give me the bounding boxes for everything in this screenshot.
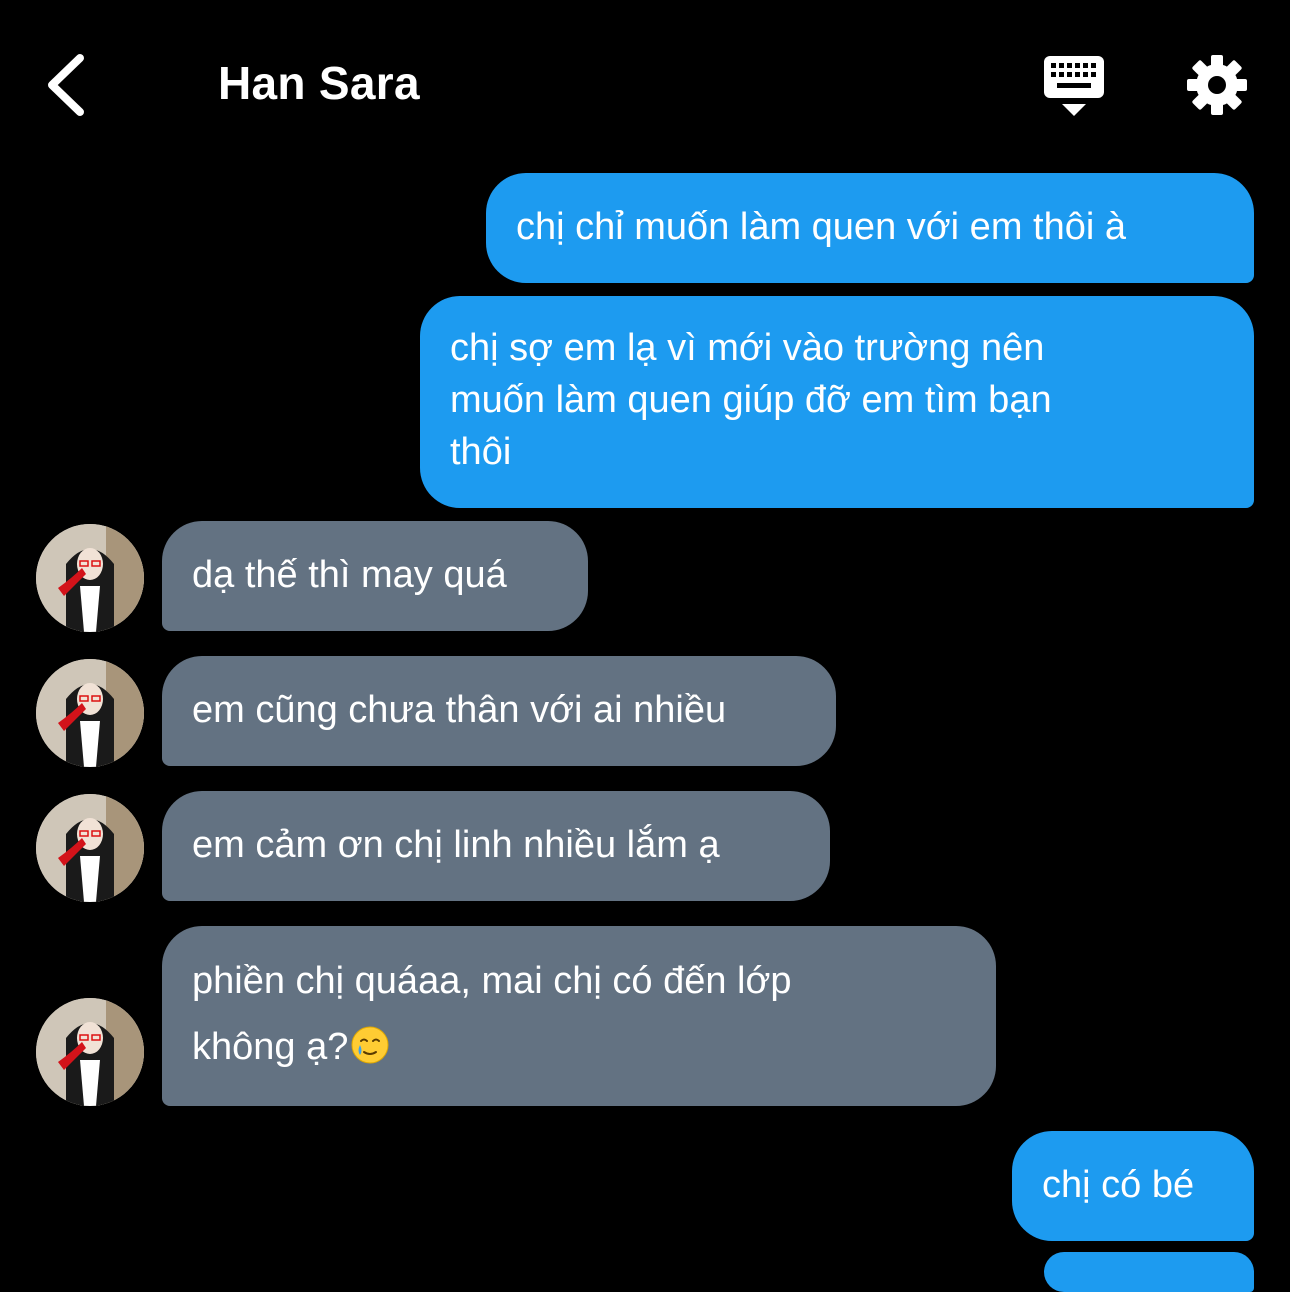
conversation-screen: Han Sara chị chỉ muốn làm quen với em th…: [0, 0, 1290, 1292]
avatar-photo: [36, 794, 144, 902]
message-text: phiền chị quáaa, mai chị có đến lớp khôn…: [192, 960, 792, 1068]
avatar[interactable]: [36, 659, 144, 767]
message-text: em cũng chưa thân với ai nhiều: [192, 689, 727, 731]
avatar-photo: [36, 524, 144, 632]
avatar[interactable]: [36, 524, 144, 632]
message-text: chị sợ em lạ vì mới vào trường nên muốn …: [450, 327, 1052, 473]
message-bubble-sent[interactable]: chị chỉ muốn làm quen với em thôi à: [486, 173, 1254, 283]
conversation-title[interactable]: Han Sara: [218, 56, 420, 110]
message-bubble-sent-partial[interactable]: [1044, 1252, 1254, 1292]
keyboard-hide-icon: [1044, 56, 1104, 116]
settings-button[interactable]: [1184, 52, 1250, 118]
message-bubble-received[interactable]: phiền chị quáaa, mai chị có đến lớp khôn…: [162, 926, 996, 1106]
conversation-header: Han Sara: [0, 0, 1290, 150]
avatar-photo: [36, 998, 144, 1106]
avatar[interactable]: [36, 998, 144, 1106]
chevron-left-icon: [48, 54, 84, 116]
message-bubble-received[interactable]: em cảm ơn chị linh nhiều lắm ạ: [162, 791, 830, 901]
message-bubble-sent[interactable]: chị có bé: [1012, 1131, 1254, 1241]
keyboard-toggle-button[interactable]: [1040, 52, 1110, 122]
message-text: dạ thế thì may quá: [192, 554, 507, 596]
message-bubble-received[interactable]: em cũng chưa thân với ai nhiều: [162, 656, 836, 766]
avatar-photo: [36, 659, 144, 767]
message-text: em cảm ơn chị linh nhiều lắm ạ: [192, 824, 720, 866]
back-button[interactable]: [36, 44, 106, 124]
message-text: chị có bé: [1042, 1164, 1195, 1206]
avatar[interactable]: [36, 794, 144, 902]
gear-icon: [1187, 55, 1247, 115]
message-bubble-sent[interactable]: chị sợ em lạ vì mới vào trường nên muốn …: [420, 296, 1254, 508]
message-text: chị chỉ muốn làm quen với em thôi à: [516, 206, 1126, 248]
teary-smile-emoji-icon: [351, 1026, 389, 1064]
message-bubble-received[interactable]: dạ thế thì may quá: [162, 521, 588, 631]
